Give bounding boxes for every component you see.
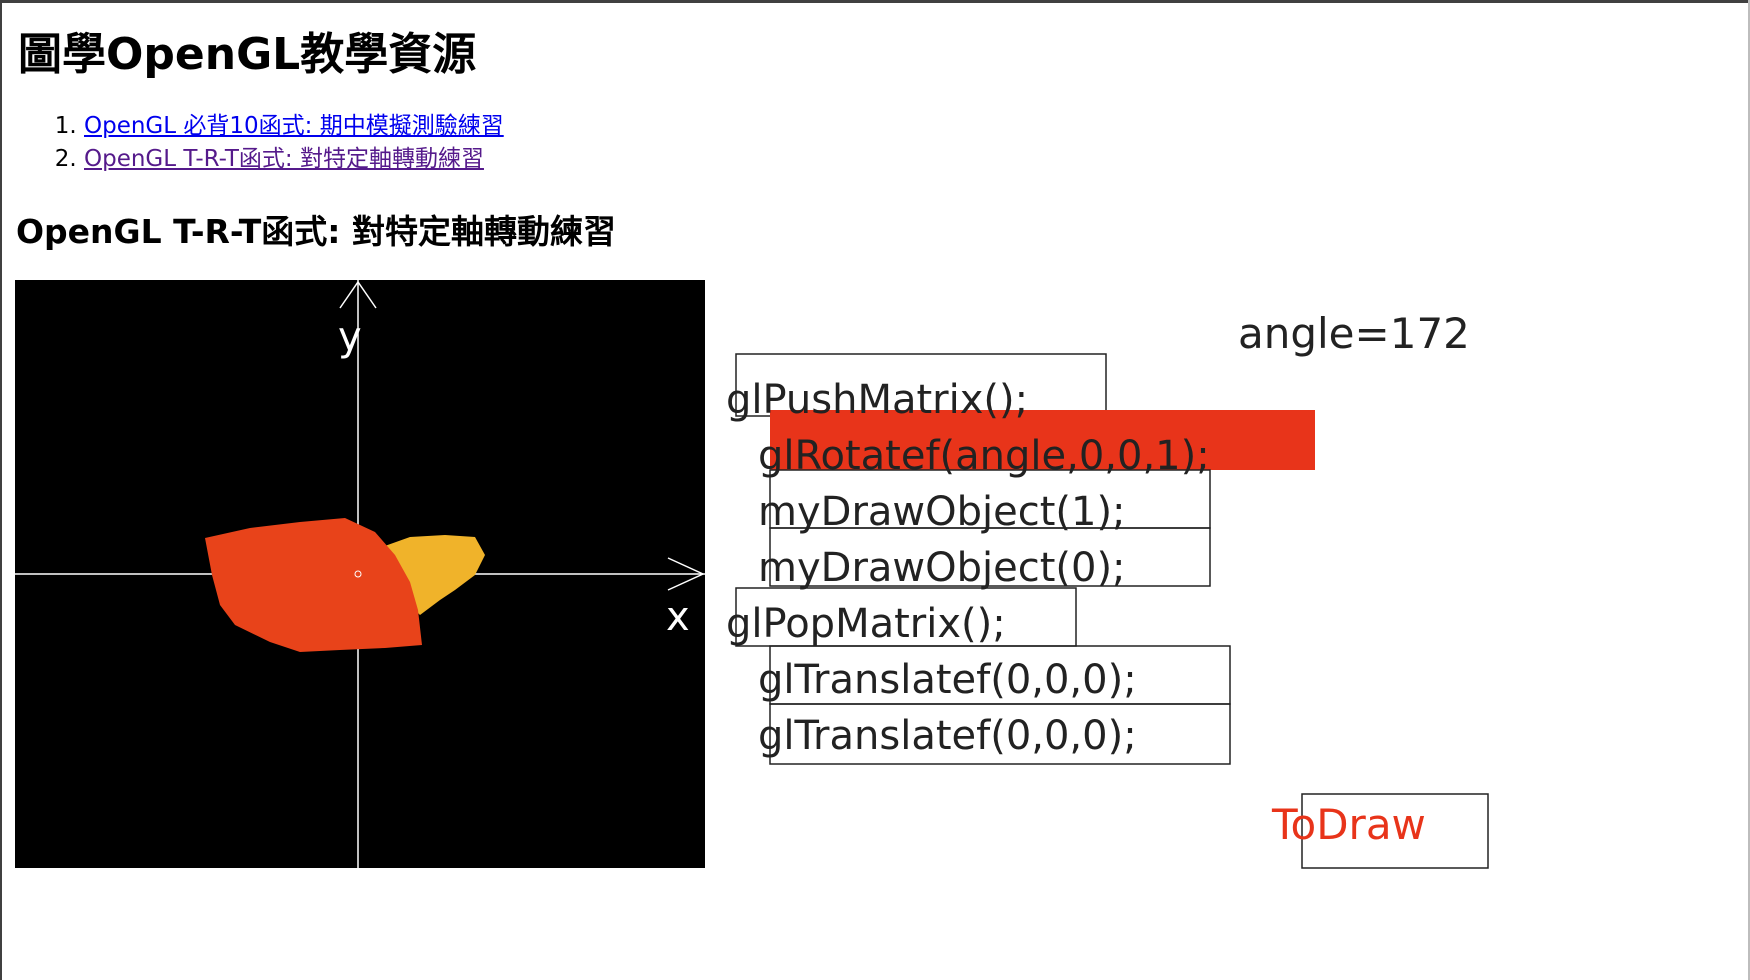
axis-y-label: y bbox=[338, 314, 362, 360]
code-line-rotate[interactable]: glRotatef(angle,0,0,1); bbox=[758, 436, 1210, 476]
code-line-push-matrix[interactable]: glPushMatrix(); bbox=[726, 380, 1028, 420]
angle-readout: angle=172 bbox=[1238, 309, 1470, 358]
code-line-translate-1[interactable]: glTranslatef(0,0,0); bbox=[758, 660, 1137, 700]
code-line-translate-2[interactable]: glTranslatef(0,0,0); bbox=[758, 716, 1137, 756]
code-line-pop-matrix[interactable]: glPopMatrix(); bbox=[726, 604, 1006, 644]
axis-x-label: x bbox=[666, 594, 690, 640]
code-line-draw-object-0[interactable]: myDrawObject(0); bbox=[758, 548, 1126, 588]
code-line-draw-object-1[interactable]: myDrawObject(1); bbox=[758, 492, 1126, 532]
todraw-button[interactable]: ToDraw bbox=[1272, 800, 1426, 849]
